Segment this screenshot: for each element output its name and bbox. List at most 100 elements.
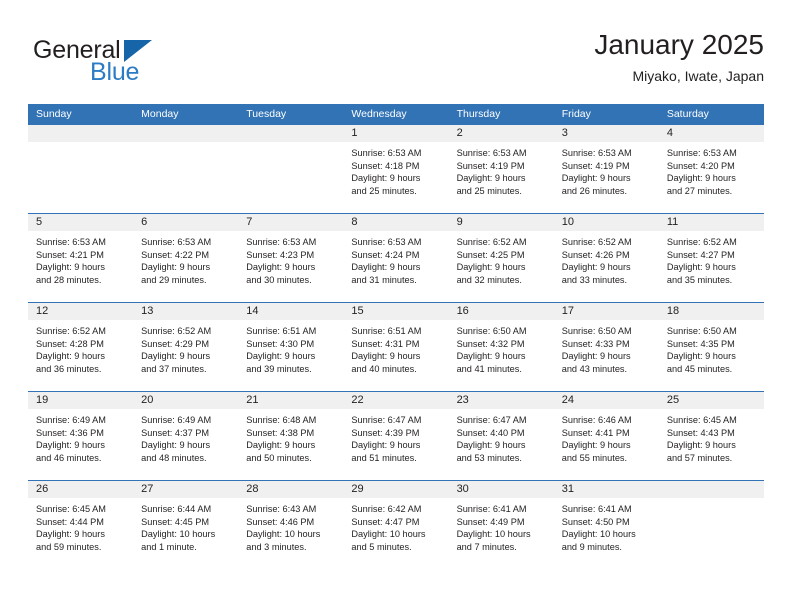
week-cells: 5 Sunrise: 6:53 AM Sunset: 4:21 PM Daylight… (28, 214, 764, 302)
day-detail-line: and 45 minutes. (666, 363, 733, 374)
calendar-day-cell[interactable]: 10 Sunrise: 6:52 AM Sunset: 4:26 PM Dayligh… (553, 214, 659, 302)
day-detail-line: Sunrise: 6:50 AM (666, 326, 737, 336)
day-detail-line: Sunrise: 6:53 AM (666, 148, 737, 158)
calendar-day-cell[interactable]: 6 Sunrise: 6:53 AM Sunset: 4:22 PM Daylight… (133, 214, 239, 302)
calendar-day-cell[interactable]: 29 Sunrise: 6:42 AM Sunset: 4:47 PM Dayligh… (343, 481, 449, 569)
day-number: 31 (553, 481, 659, 498)
day-detail-line: Daylight: 9 hours (561, 173, 631, 184)
calendar-week-row: 5 Sunrise: 6:53 AM Sunset: 4:21 PM Daylight… (28, 213, 764, 302)
calendar-day-cell[interactable]: 26 Sunrise: 6:45 AM Sunset: 4:44 PM Dayligh… (28, 481, 134, 569)
day-detail-line: Daylight: 9 hours (666, 262, 736, 273)
calendar-day-cell[interactable]: 11 Sunrise: 6:52 AM Sunset: 4:27 PM Dayligh… (658, 214, 764, 302)
calendar-day-cell[interactable]: 5 Sunrise: 6:53 AM Sunset: 4:21 PM Daylight… (28, 214, 134, 302)
calendar-day-cell[interactable]: 4 Sunrise: 6:53 AM Sunset: 4:20 PM Daylight… (658, 125, 764, 213)
calendar-day-cell[interactable]: 14 Sunrise: 6:51 AM Sunset: 4:30 PM Dayligh… (238, 303, 344, 391)
weekday-header-monday: Monday (141, 108, 179, 120)
calendar-day-cell[interactable]: 21 Sunrise: 6:48 AM Sunset: 4:38 PM Dayligh… (238, 392, 344, 480)
day-detail-line: and 37 minutes. (141, 363, 207, 374)
day-details: Sunrise: 6:45 AM Sunset: 4:44 PM Daylight:… (28, 498, 133, 553)
title-block: January 2025 Miyako, Iwate, Japan (594, 28, 764, 86)
day-number: 11 (658, 214, 764, 231)
day-number: 15 (343, 303, 449, 320)
day-number: 27 (133, 481, 239, 498)
calendar-day-cell[interactable]: 28 Sunrise: 6:43 AM Sunset: 4:46 PM Dayligh… (238, 481, 344, 569)
calendar-day-cell[interactable]: 3 Sunrise: 6:53 AM Sunset: 4:19 PM Daylight… (553, 125, 659, 213)
week-cells: 12 Sunrise: 6:52 AM Sunset: 4:28 PM Dayligh… (28, 303, 764, 391)
calendar-day-cell[interactable]: 20 Sunrise: 6:49 AM Sunset: 4:37 PM Dayligh… (133, 392, 239, 480)
day-number: 13 (133, 303, 239, 320)
day-detail-line: Daylight: 10 hours (456, 529, 531, 540)
day-number: 22 (343, 392, 449, 409)
day-number: 3 (553, 125, 659, 142)
day-detail-line: Daylight: 9 hours (141, 262, 211, 273)
day-detail-line: Sunrise: 6:49 AM (36, 415, 106, 425)
week-cells: 1 Sunrise: 6:53 AM Sunset: 4:18 PM Daylight… (28, 125, 764, 213)
day-number: 30 (448, 481, 554, 498)
day-number: 14 (238, 303, 344, 320)
calendar-day-cell[interactable]: 18 Sunrise: 6:50 AM Sunset: 4:35 PM Dayligh… (658, 303, 764, 391)
calendar-day-cell[interactable]: 13 Sunrise: 6:52 AM Sunset: 4:29 PM Dayligh… (133, 303, 239, 391)
day-detail-line: Sunset: 4:44 PM (36, 516, 104, 527)
day-detail-line: Sunset: 4:20 PM (666, 160, 735, 171)
day-detail-line: Daylight: 9 hours (561, 351, 631, 362)
calendar-day-cell[interactable]: 25 Sunrise: 6:45 AM Sunset: 4:43 PM Dayligh… (658, 392, 764, 480)
day-detail-line: Sunset: 4:29 PM (141, 338, 210, 349)
calendar-week-row: 19 Sunrise: 6:49 AM Sunset: 4:36 PM Dayligh… (28, 391, 764, 480)
day-number: 24 (553, 392, 659, 409)
calendar-day-cell[interactable]: 24 Sunrise: 6:46 AM Sunset: 4:41 PM Dayligh… (553, 392, 659, 480)
day-detail-line: Sunset: 4:19 PM (456, 160, 525, 171)
day-detail-line: Daylight: 9 hours (561, 440, 631, 451)
day-detail-line: Sunrise: 6:53 AM (351, 237, 422, 247)
calendar-day-cell[interactable]: 7 Sunrise: 6:53 AM Sunset: 4:23 PM Daylight… (238, 214, 344, 302)
day-detail-line: and 5 minutes. (351, 541, 412, 552)
calendar-day-cell[interactable]: 8 Sunrise: 6:53 AM Sunset: 4:24 PM Daylight… (343, 214, 449, 302)
day-number: 6 (133, 214, 239, 231)
calendar-day-cell[interactable]: 15 Sunrise: 6:51 AM Sunset: 4:31 PM Dayligh… (343, 303, 449, 391)
calendar-day-cell[interactable]: 17 Sunrise: 6:50 AM Sunset: 4:33 PM Dayligh… (553, 303, 659, 391)
calendar-day-cell[interactable]: 31 Sunrise: 6:41 AM Sunset: 4:50 PM Dayligh… (553, 481, 659, 569)
day-detail-line: Sunrise: 6:48 AM (246, 415, 317, 425)
page-header: General Blue January 2025 Miyako, Iwate,… (28, 28, 764, 98)
day-detail-line: Daylight: 9 hours (141, 440, 211, 451)
day-detail-line: Sunset: 4:43 PM (666, 427, 735, 438)
calendar-day-cell[interactable]: 27 Sunrise: 6:44 AM Sunset: 4:45 PM Dayligh… (133, 481, 239, 569)
calendar-table: Sunday Monday Tuesday Wednesday Thursday Frid… (28, 104, 764, 569)
day-detail-line: Daylight: 9 hours (666, 351, 736, 362)
day-detail-line: Daylight: 9 hours (141, 351, 211, 362)
day-detail-line: Daylight: 9 hours (456, 440, 526, 451)
day-detail-line: Sunrise: 6:51 AM (351, 326, 422, 336)
calendar-day-cell[interactable]: 19 Sunrise: 6:49 AM Sunset: 4:36 PM Dayligh… (28, 392, 134, 480)
day-detail-line: and 26 minutes. (561, 185, 628, 196)
day-details (659, 498, 764, 503)
calendar-week-row: 26 Sunrise: 6:45 AM Sunset: 4:44 PM Dayligh… (28, 480, 764, 569)
day-detail-line: and 31 minutes. (351, 274, 417, 285)
day-detail-line: Daylight: 9 hours (351, 262, 421, 273)
day-details: Sunrise: 6:53 AM Sunset: 4:19 PM Daylight:… (554, 142, 659, 197)
day-number (238, 125, 344, 142)
day-detail-line: Sunset: 4:39 PM (351, 427, 420, 438)
day-detail-line: Daylight: 9 hours (666, 173, 736, 184)
calendar-day-cell[interactable]: 16 Sunrise: 6:50 AM Sunset: 4:32 PM Dayligh… (448, 303, 554, 391)
day-detail-line: Sunset: 4:30 PM (246, 338, 315, 349)
day-detail-line: and 33 minutes. (561, 274, 628, 285)
day-number (658, 481, 764, 498)
calendar-page: General Blue January 2025 Miyako, Iwate,… (0, 0, 792, 612)
day-number: 23 (448, 392, 554, 409)
calendar-day-cell[interactable]: 12 Sunrise: 6:52 AM Sunset: 4:28 PM Dayligh… (28, 303, 134, 391)
day-detail-line: Sunset: 4:23 PM (246, 249, 315, 260)
general-blue-logo[interactable]: General Blue (28, 34, 268, 92)
day-number: 4 (658, 125, 764, 142)
day-details (238, 142, 343, 147)
day-detail-line: Sunrise: 6:52 AM (666, 237, 737, 247)
day-detail-line: Sunset: 4:40 PM (456, 427, 525, 438)
calendar-day-cell[interactable]: 30 Sunrise: 6:41 AM Sunset: 4:49 PM Dayligh… (448, 481, 554, 569)
calendar-day-cell[interactable]: 9 Sunrise: 6:52 AM Sunset: 4:25 PM Daylight… (448, 214, 554, 302)
calendar-day-cell[interactable]: 2 Sunrise: 6:53 AM Sunset: 4:19 PM Daylight… (448, 125, 554, 213)
day-detail-line: Daylight: 9 hours (246, 351, 316, 362)
week-cells: 19 Sunrise: 6:49 AM Sunset: 4:36 PM Dayligh… (28, 392, 764, 480)
day-details: Sunrise: 6:52 AM Sunset: 4:28 PM Daylight:… (28, 320, 133, 375)
weekday-header-tuesday: Tuesday (246, 108, 287, 120)
calendar-day-cell[interactable]: 1 Sunrise: 6:53 AM Sunset: 4:18 PM Daylight… (343, 125, 449, 213)
calendar-day-cell[interactable]: 23 Sunrise: 6:47 AM Sunset: 4:40 PM Dayligh… (448, 392, 554, 480)
calendar-day-cell[interactable]: 22 Sunrise: 6:47 AM Sunset: 4:39 PM Dayligh… (343, 392, 449, 480)
